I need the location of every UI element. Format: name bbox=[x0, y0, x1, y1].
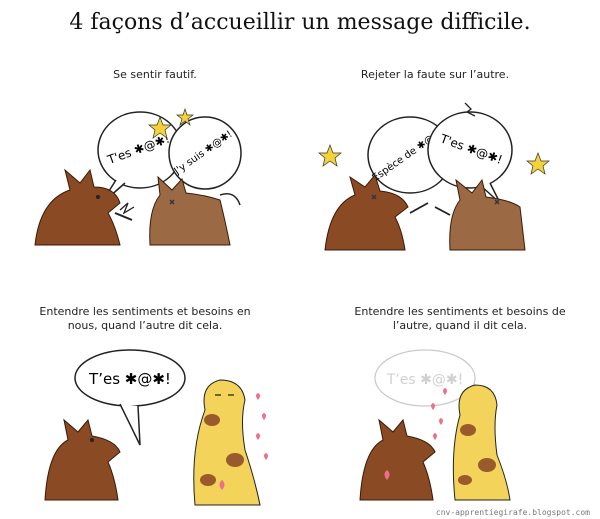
panel-3-illustration: T’es ✱@✱! bbox=[44, 349, 268, 506]
footer-credit: cnv-apprentiegirafe.blogspot.com bbox=[435, 508, 590, 517]
panel-3-caption: Entendre les sentiments et besoins en no… bbox=[39, 305, 251, 332]
speech-bubble-2: J'y suis ✱@✱! bbox=[168, 116, 242, 190]
wolf-character bbox=[359, 418, 436, 501]
page-title: 4 façons d’accueillir un message diffici… bbox=[69, 10, 531, 35]
wolf-character bbox=[44, 418, 121, 501]
panel-2-illustration: Espèce de ✱@✱! T'es ✱@✱! bbox=[318, 102, 550, 251]
panel-2-caption: Rejeter la faute sur l’autre. bbox=[360, 68, 510, 81]
panel-4-caption: Entendre les sentiments et besoins de l’… bbox=[354, 305, 566, 332]
panel-1-caption: Se sentir fautif. bbox=[113, 68, 197, 81]
giraffe-character bbox=[193, 379, 261, 506]
star-icon bbox=[526, 152, 550, 175]
star-icon bbox=[318, 144, 342, 167]
speech-bubble-2: T'es ✱@✱! bbox=[427, 111, 513, 204]
bubble-text: T’es ✱@✱! bbox=[386, 372, 463, 388]
speech-bubble: T’es ✱@✱! bbox=[74, 349, 186, 446]
bubble-text: T’es ✱@✱! bbox=[88, 370, 171, 388]
panel-4-illustration: T’es ✱@✱! bbox=[359, 349, 511, 501]
heart-icons bbox=[256, 393, 268, 460]
panel-1-illustration: T'es ✱@✱! J'y suis ✱@✱! bbox=[34, 107, 242, 246]
giraffe-character bbox=[452, 384, 511, 501]
